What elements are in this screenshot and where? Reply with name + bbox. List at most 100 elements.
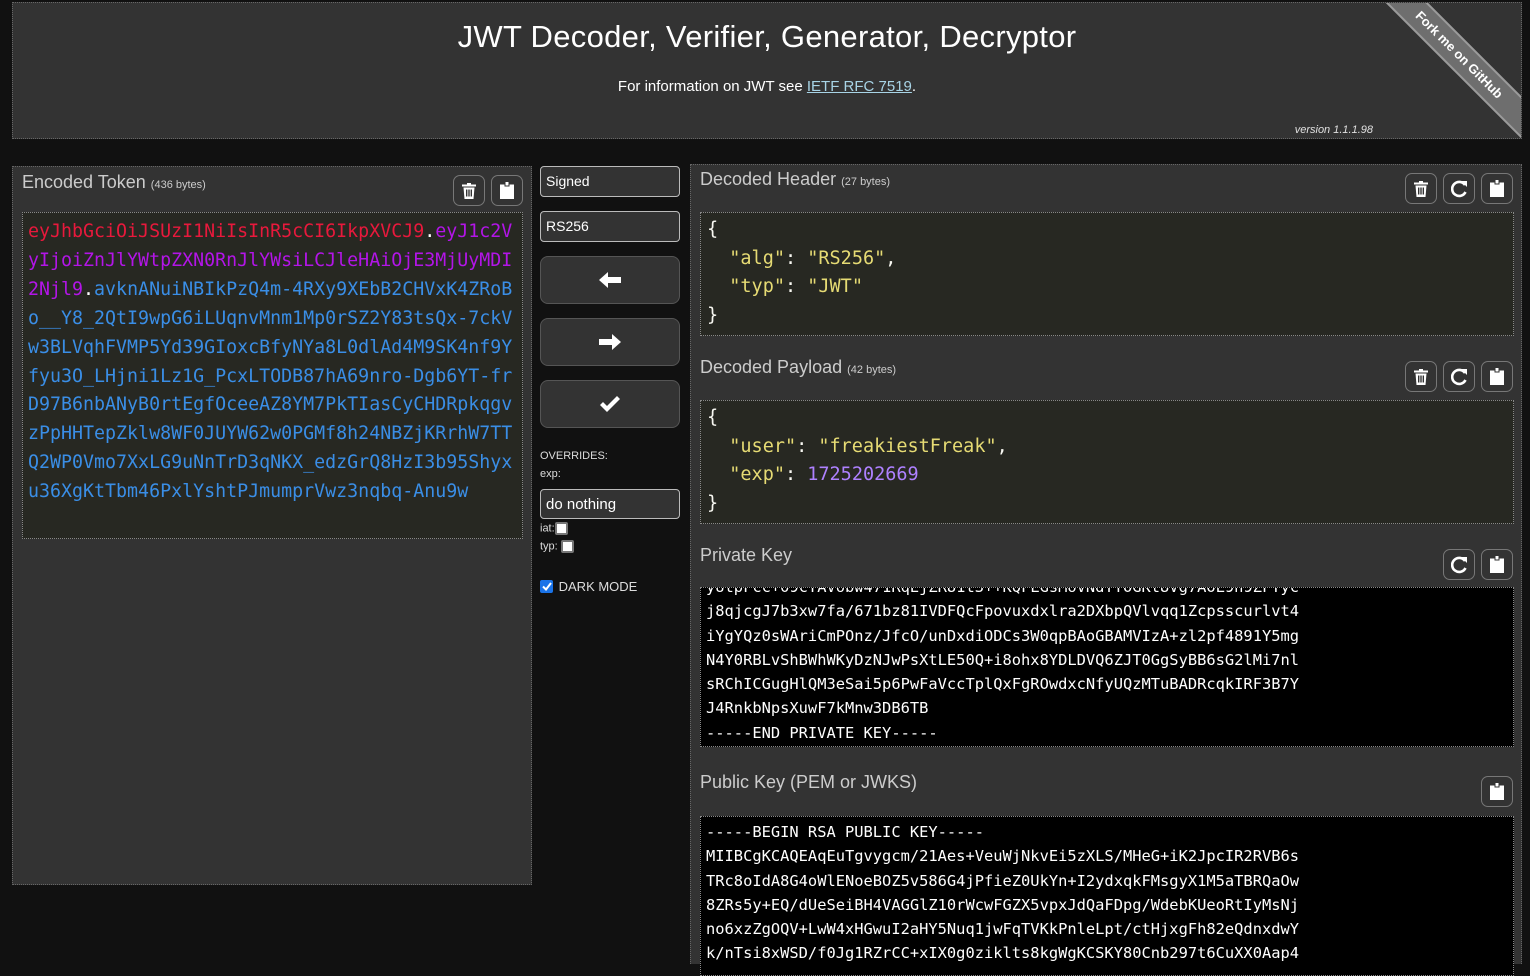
checkmark-icon xyxy=(542,582,552,592)
public-key-title: Public Key (PEM or JWKS) xyxy=(700,772,918,792)
private-key-textarea[interactable]: yUtpFcc+09cTAVobw471RqEjZR81t3++KQFLGsMo… xyxy=(700,587,1514,747)
key-line: iYgYQz0sWAriCmPOnz/JfcO/unDxdiODCs3W0qpB… xyxy=(706,626,1300,645)
clipboard-icon xyxy=(1490,783,1504,800)
iat-label: iat: xyxy=(540,522,555,535)
verify-button[interactable] xyxy=(540,380,680,428)
arrow-right-icon xyxy=(599,334,621,350)
brace: } xyxy=(707,304,719,326)
json-value: 1725202669 xyxy=(807,464,919,485)
fork-github-link[interactable]: Fork me on GitHub xyxy=(1372,3,1521,138)
page-title: JWT Decoder, Verifier, Generator, Decryp… xyxy=(457,19,1077,54)
clipboard-icon xyxy=(1490,368,1504,385)
key-line: -----END PRIVATE KEY----- xyxy=(706,723,938,742)
clear-header-button[interactable] xyxy=(1405,173,1437,204)
key-line: MIIBCgKCAQEAqEuTgvygcm/21Aes+VeuWjNkvEi5… xyxy=(706,847,1300,866)
clear-payload-button[interactable] xyxy=(1405,361,1437,392)
encoded-token-bytes: (436 bytes) xyxy=(150,179,206,191)
typ-checkbox[interactable] xyxy=(560,540,574,553)
decoded-header-label: Decoded Header xyxy=(700,169,837,189)
iat-checkbox[interactable] xyxy=(554,522,568,535)
brace: { xyxy=(707,219,719,240)
encoded-token-panel: Encoded Token (436 bytes) eyJhbGciOiJSUz… xyxy=(12,166,532,885)
private-key-lines: yUtpFcc+09cTAVobw471RqEjZR81t3++KQFLGsMo… xyxy=(706,587,1508,745)
decoded-header-editor[interactable]: { "alg": "RS256", "typ": "JWT" } xyxy=(700,212,1514,336)
trash-icon xyxy=(462,182,476,199)
public-key-textarea[interactable]: -----BEGIN RSA PUBLIC KEY----- MIIBCgKCAQ… xyxy=(700,816,1514,976)
key-line: J4RnkbNpsXuwF7kMnw3DB6TB xyxy=(706,699,929,718)
copy-private-key-button[interactable] xyxy=(1481,549,1513,580)
overrides-label: OVERRIDES: xyxy=(540,450,608,462)
key-line: yUtpFcc+09cTAVobw471RqEjZR81t3++KQFLGsMo… xyxy=(706,587,1300,596)
decoded-panel: Decoded Header (27 bytes) { "alg": "RS25… xyxy=(690,164,1522,976)
reset-payload-button[interactable] xyxy=(1443,361,1475,392)
dark-mode-toggle[interactable]: DARK MODE xyxy=(540,578,637,594)
copy-payload-button[interactable] xyxy=(1481,361,1513,392)
brace: { xyxy=(707,407,719,428)
encoded-token-input[interactable]: eyJhbGciOiJSUzI1NiIsInR5cCI6IkpXVCJ9.eyJ… xyxy=(22,212,523,539)
key-line: -----BEGIN RSA PUBLIC KEY----- xyxy=(706,823,984,841)
token-header-part: eyJhbGciOiJSUzI1NiIsInR5cCI6IkpXVCJ9 xyxy=(28,221,425,242)
encode-button[interactable] xyxy=(540,256,680,304)
decoded-payload-bytes: (42 bytes) xyxy=(847,364,897,376)
rfc-link[interactable]: IETF RFC 7519 xyxy=(807,78,912,95)
key-line: sRChICGugHlQM3eSai5p6PwFaVccTplQxFgROwdx… xyxy=(706,675,1300,694)
json-value: "JWT" xyxy=(807,276,863,297)
json-value: "freakiestFreak" xyxy=(818,435,997,457)
encoded-token-label: Encoded Token xyxy=(22,172,146,192)
refresh-icon xyxy=(1451,368,1467,385)
refresh-icon xyxy=(1451,556,1467,573)
exp-override-select[interactable]: do nothing xyxy=(540,489,680,519)
decoded-header-title: Decoded Header (27 bytes) xyxy=(700,169,890,190)
info-line: For information on JWT see IETF RFC 7519… xyxy=(13,78,1521,95)
info-text: For information on JWT see xyxy=(617,78,807,95)
key-line: no6xzZgOQV+LwW4xHGwuI2aHY5Nuq1jwFqTVKkPn… xyxy=(706,920,1300,939)
decoded-payload-editor[interactable]: { "user": "freakiestFreak", "exp": 17252… xyxy=(700,400,1514,524)
json-key: "user" xyxy=(729,435,797,457)
decoded-header-bytes: (27 bytes) xyxy=(841,176,891,188)
private-key-title: Private Key xyxy=(700,545,793,565)
token-separator: . xyxy=(424,221,436,242)
key-line: j8qjcgJ7b3xw7fa/671bz81IVDFQcFpovuxdxlra… xyxy=(706,602,1300,621)
json-key: "alg" xyxy=(729,247,785,269)
clipboard-icon xyxy=(1490,556,1504,573)
token-separator: . xyxy=(83,278,95,300)
page-header: JWT Decoder, Verifier, Generator, Decryp… xyxy=(12,2,1522,139)
iat-override: iat: xyxy=(540,522,568,535)
dark-mode-checkbox[interactable] xyxy=(540,580,553,594)
json-value: "RS256" xyxy=(807,247,886,269)
json-key: "typ" xyxy=(729,276,785,297)
decode-button[interactable] xyxy=(540,318,680,366)
encoded-token-title: Encoded Token (436 bytes) xyxy=(22,172,206,193)
key-line: TRc8oIdA8G4oWlENoeBOZ5v586G4jPfieZ0UkYn+… xyxy=(706,871,1300,890)
key-line: k/nTsi8xWSD/f0Jg1RZrCC+xIX0g0ziklts8kgWg… xyxy=(706,944,1300,963)
clipboard-icon xyxy=(500,182,514,199)
dark-mode-label: DARK MODE xyxy=(558,579,638,595)
version-label: version 1.1.1.98 xyxy=(1294,124,1373,136)
copy-public-key-button[interactable] xyxy=(1481,776,1513,807)
regenerate-private-key-button[interactable] xyxy=(1443,549,1475,580)
trash-icon xyxy=(1414,368,1428,385)
checkmark-icon xyxy=(600,396,620,412)
refresh-icon xyxy=(1451,180,1467,197)
decoded-payload-title: Decoded Payload (42 bytes) xyxy=(700,357,896,378)
brace: } xyxy=(707,492,719,514)
token-signature-part: avknANuiNBIkPzQ4m-4RXy9XEbB2CHVxK4ZRoBo_… xyxy=(28,278,513,503)
clear-token-button[interactable] xyxy=(453,175,485,206)
algorithm-select[interactable]: RS256 xyxy=(540,211,680,242)
clipboard-icon xyxy=(1490,180,1504,197)
exp-label: exp: xyxy=(540,468,561,480)
json-key: "exp" xyxy=(729,464,785,485)
copy-token-button[interactable] xyxy=(491,175,523,206)
typ-override: typ: xyxy=(540,540,574,553)
reset-header-button[interactable] xyxy=(1443,173,1475,204)
decoded-payload-label: Decoded Payload xyxy=(700,357,843,377)
typ-label: typ: xyxy=(540,540,558,553)
key-line: N4Y0RBLvShBWhWKyDzNJwPsXtLE50Q+i8ohx8YDL… xyxy=(706,650,1300,669)
arrow-left-icon xyxy=(599,272,621,288)
token-type-select[interactable]: Signed xyxy=(540,166,680,197)
key-line: 8ZRs5y+EQ/dUeSeiBH4VAGGlZ10rWcwFGZX5vpxJ… xyxy=(706,895,1300,914)
copy-header-button[interactable] xyxy=(1481,173,1513,204)
github-ribbon[interactable]: Fork me on GitHub xyxy=(1372,3,1521,138)
trash-icon xyxy=(1414,180,1428,197)
info-suffix: . xyxy=(911,78,917,95)
